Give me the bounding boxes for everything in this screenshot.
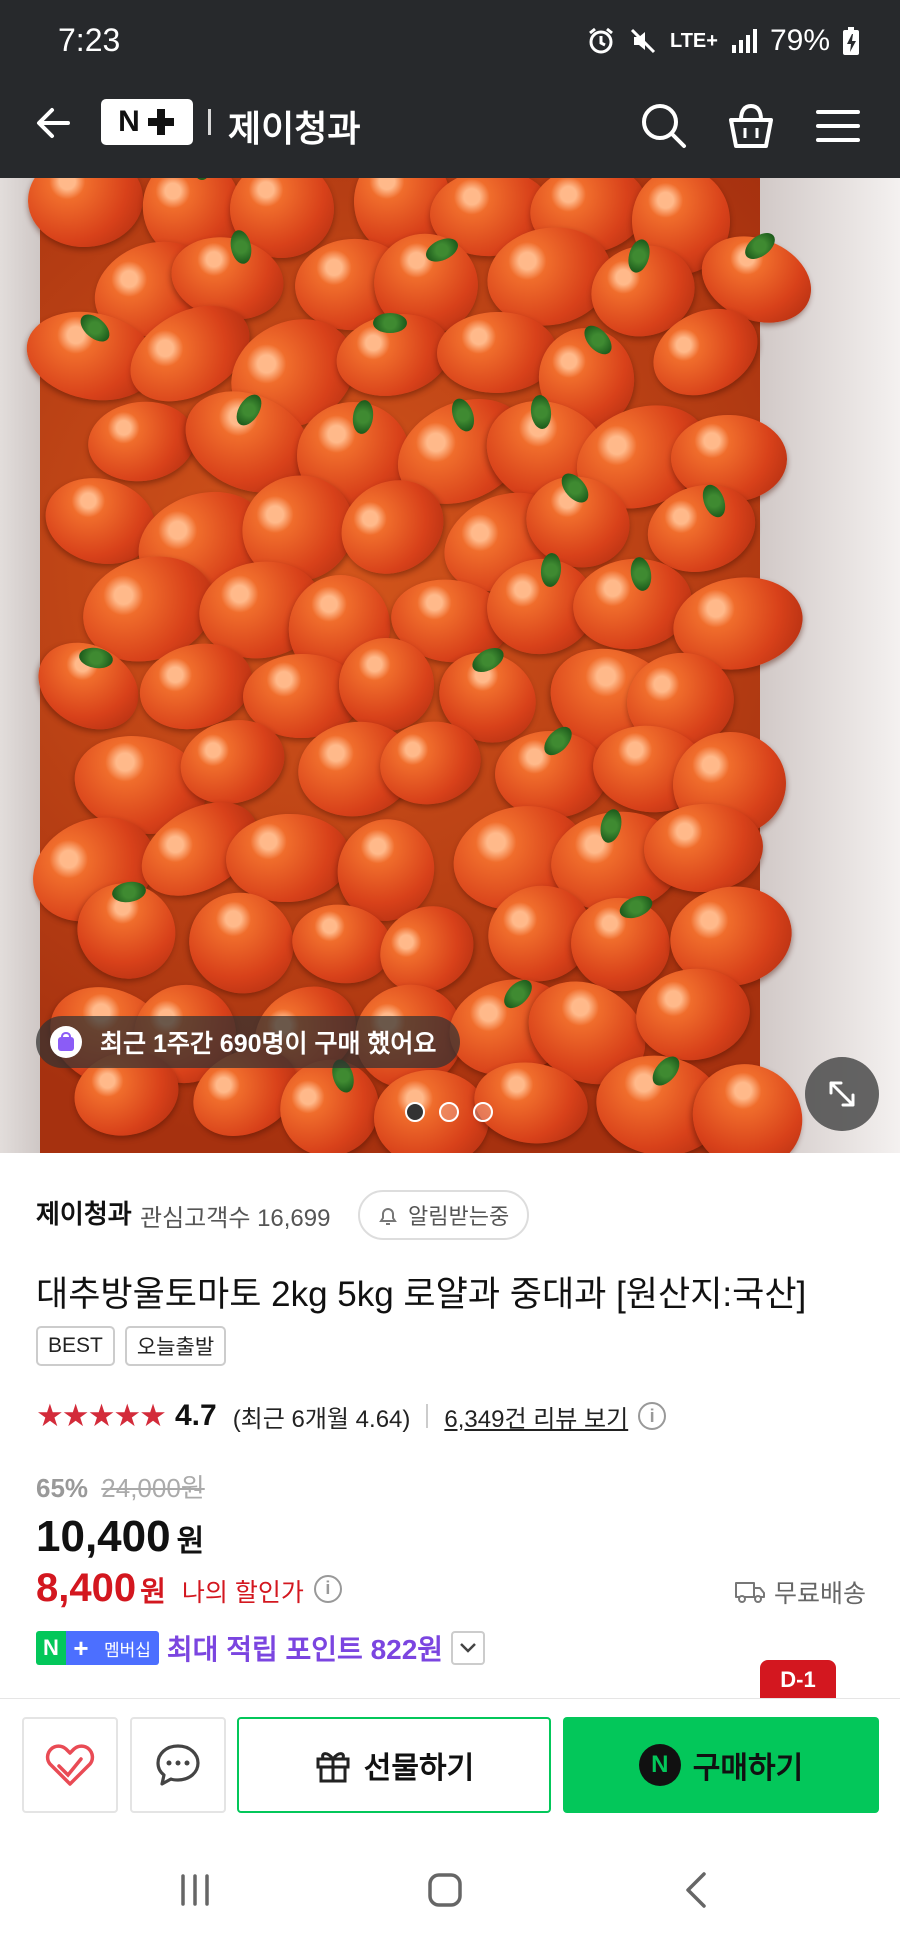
my-price-row: 8,400 원 나의 할인가 i [36,1566,342,1611]
product-title: 대추방울토마토 2kg 5kg 로얄과 중대과 [원산지:국산] [36,1275,807,1314]
product-image[interactable] [0,178,900,1153]
badge-today-shipping: 오늘출발 [124,1326,227,1366]
gift-button[interactable]: 선물하기 [237,1717,551,1813]
fan-count: 관심고객수 16,699 [140,1205,331,1232]
membership-plus-icon: + [66,1631,96,1665]
discount-rate: 65% [36,1473,89,1503]
signal-icon [731,29,757,53]
sale-price-row: 10,400 원 [36,1512,204,1562]
status-icons: LTE+ 79% [586,24,860,58]
system-nav-bar [0,1830,900,1950]
back-arrow-icon[interactable] [28,96,82,150]
original-price: 24,000원 [101,1473,205,1503]
deadline-badge: D-1 [760,1660,836,1700]
home-icon[interactable] [415,1860,475,1920]
expand-icon[interactable] [805,1057,879,1131]
logo-divider [208,109,211,135]
bell-icon [379,1208,397,1225]
membership-n: N [36,1631,66,1665]
rating-divider [426,1404,429,1428]
talktalk-button[interactable] [130,1717,226,1813]
box-right-wall [750,178,900,1153]
my-price-info-icon[interactable]: i [313,1574,342,1603]
heart-icon [45,1744,95,1786]
store-name[interactable]: 제이청과 [228,100,360,152]
menu-icon[interactable] [808,96,868,156]
search-icon[interactable] [634,96,694,156]
tomato-stem [372,312,407,333]
my-discount-price: 8,400 [36,1566,137,1610]
membership-label: 멤버십 [96,1631,159,1665]
carousel-dots [405,1102,493,1122]
bottom-action-bar: 선물하기 N 구매하기 [0,1698,900,1830]
my-price-unit: 원 [140,1576,166,1607]
alert-label: 알림받는중 [408,1204,510,1229]
free-shipping-label: 무료배송 [773,1580,866,1608]
carousel-dot[interactable] [405,1102,425,1122]
rating-score: 4.7 [174,1399,217,1432]
battery-charging-icon [843,27,859,55]
rating-recent: (최근 6개월 4.64) [232,1405,411,1433]
purchase-notice-text: 최근 1주간 690명이 구매 했어요 [100,1030,437,1058]
chevron-down-icon[interactable] [451,1631,486,1665]
sale-price-unit: 원 [176,1525,205,1558]
wishlist-button[interactable] [22,1717,118,1813]
status-time: 7:23 [58,22,121,58]
star-rating-icon: ★★★★★ [36,1398,167,1433]
logo-n: N [118,105,140,138]
alert-subscribe-button[interactable]: 알림받는중 [358,1190,530,1240]
seller-name[interactable]: 제이청과 [36,1194,132,1231]
badge-best: BEST [36,1326,115,1366]
membership-points-row: N + 멤버십 최대 적립 포인트 822원 [36,1628,486,1668]
truck-icon [734,1582,765,1603]
free-shipping: 무료배송 [734,1574,866,1610]
purchase-count-notice: 최근 1주간 690명이 구매 했어요 [36,1016,461,1068]
status-bar: 7:23 LTE+ 79% [0,0,900,88]
buy-button[interactable]: N 구매하기 [563,1717,879,1813]
seller-row: 제이청과 관심고객수 16,699 알림받는중 [36,1190,876,1242]
product-badges: BEST 오늘출발 [36,1326,227,1366]
my-price-label: 나의 할인가 [181,1579,304,1607]
alarm-icon [589,27,613,54]
review-link[interactable]: 6,349건 리뷰 보기 [444,1399,628,1434]
buy-label: 구매하기 [692,1752,804,1785]
network-label: LTE+ [669,29,718,52]
mute-icon [630,28,656,54]
max-points-text: 최대 적립 포인트 822원 [166,1634,444,1665]
battery-percent: 79% [769,24,830,57]
discount-row: 65% 24,000원 [36,1468,205,1505]
naver-plus-membership-badge: N + 멤버십 [36,1631,159,1665]
purple-bag-icon [50,1026,82,1058]
gift-icon [316,1752,350,1783]
rating-row: ★★★★★ 4.7 (최근 6개월 4.64) 6,349건 리뷰 보기 i [36,1398,667,1434]
back-nav-icon[interactable] [668,1860,728,1920]
info-icon[interactable]: i [638,1402,667,1430]
logo-plus-icon [146,107,176,137]
naver-pay-icon: N [638,1744,681,1786]
gift-label: 선물하기 [363,1752,475,1785]
naver-plus-logo[interactable]: N [101,99,193,145]
carousel-dot[interactable] [439,1102,459,1122]
sale-price: 10,400 [36,1512,171,1561]
recent-apps-icon[interactable] [165,1860,225,1920]
chat-bubble-icon [156,1744,200,1786]
carousel-dot[interactable] [473,1102,493,1122]
shopping-bag-icon[interactable] [721,96,781,156]
